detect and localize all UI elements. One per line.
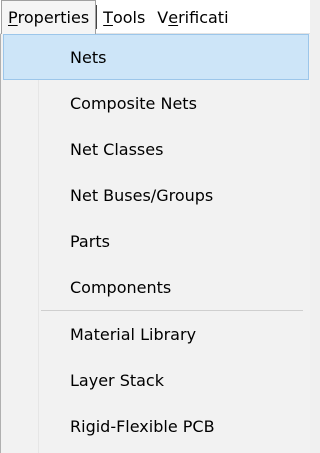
menu-properties-mnemonic: P [8,8,18,27]
menu-item-label: Material Library [70,324,197,344]
menu-item-rigid-flexible-pcb[interactable]: Rigid-Flexible PCB [1,403,311,449]
menu-tools-mnemonic: T [103,7,113,27]
menu-item-label: Layer Stack [70,370,164,390]
menu-item-parts[interactable]: Parts [1,218,311,264]
menu-properties-label: roperties [17,8,90,27]
menu-item-composite-nets[interactable]: Composite Nets [1,80,311,126]
menu-item-net-classes[interactable]: Net Classes [1,126,311,172]
menu-item-nets[interactable]: Nets [3,34,309,80]
menu-verification[interactable]: Ve rificati [151,0,234,34]
menu-item-label: Parts [70,231,110,251]
menu-item-label: Components [70,277,172,297]
menu-tools[interactable]: Tools [97,0,151,34]
menu-item-net-buses-groups[interactable]: Net Buses/Groups [1,172,311,218]
properties-dropdown-menu: Nets Composite Nets Net Classes Net Buse… [0,34,310,453]
menu-bar: Properties Tools Ve rificati [0,0,310,34]
menu-item-material-library[interactable]: Material Library [1,311,311,357]
menu-verification-prefix: V [157,7,169,27]
menu-list: Nets Composite Nets Net Classes Net Buse… [1,34,311,449]
menu-item-components[interactable]: Components [1,264,311,310]
menu-item-label: Nets [70,47,107,67]
menu-item-label: Composite Nets [70,93,197,113]
menu-item-layer-stack[interactable]: Layer Stack [1,357,311,403]
menu-tools-label: ools [112,7,146,27]
menu-verification-label: rificati [178,7,229,27]
menu-properties[interactable]: Properties [1,0,97,34]
menu-item-label: Net Buses/Groups [70,185,214,205]
menu-item-label: Net Classes [70,139,164,159]
menu-item-label: Rigid-Flexible PCB [70,416,215,436]
menu-verification-mnemonic: e [168,7,179,27]
